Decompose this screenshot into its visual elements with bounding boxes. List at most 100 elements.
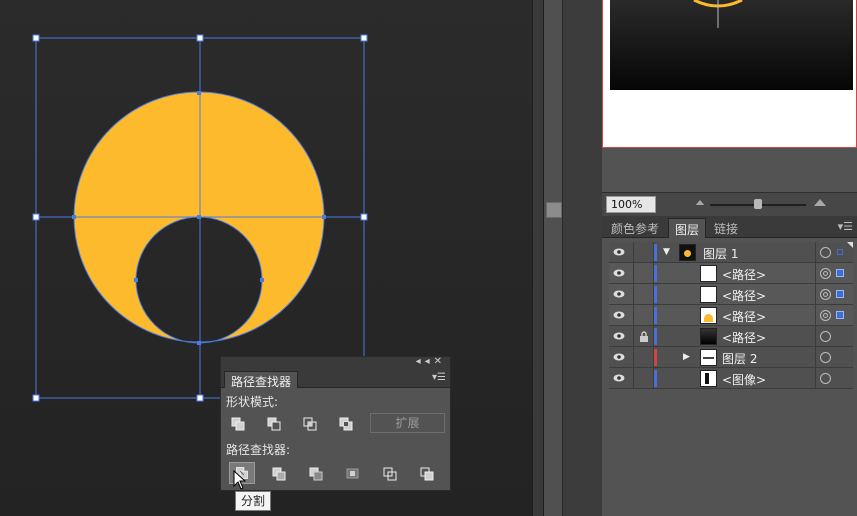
unite-icon[interactable]	[227, 414, 249, 434]
lock-toggle[interactable]	[633, 263, 654, 284]
eye-icon[interactable]	[613, 247, 625, 257]
crop-icon[interactable]	[342, 464, 364, 484]
layer-color-bar	[654, 286, 657, 303]
navigator-moon-icon	[693, 0, 743, 28]
path-thumbnail-yellow	[700, 307, 717, 324]
target-icon[interactable]	[820, 310, 831, 321]
layer-row-image[interactable]: <图像>	[609, 368, 853, 389]
pathfinder-panel: ◂◂✕ 路径查找器 ▾☰ 形状模式: 扩展 路径查找器:	[220, 356, 451, 491]
lock-toggle[interactable]	[633, 242, 654, 263]
layer-name[interactable]: 图层 2	[722, 350, 757, 367]
eye-icon[interactable]	[613, 352, 625, 362]
zoom-out-icon[interactable]	[695, 200, 705, 205]
target-icon[interactable]	[820, 373, 831, 384]
eye-icon[interactable]	[613, 289, 625, 299]
exclude-icon[interactable]	[335, 414, 357, 434]
eye-icon[interactable]	[613, 373, 625, 383]
shape-modes-label: 形状模式:	[226, 395, 279, 409]
selection-indicator[interactable]	[836, 290, 844, 298]
tab-color-guide[interactable]: 颜色参考	[605, 218, 665, 238]
expand-triangle-icon[interactable]: ▼	[663, 247, 670, 257]
navigator-thumbnail	[610, 0, 853, 90]
outline-icon[interactable]	[379, 464, 401, 484]
lock-toggle[interactable]	[633, 347, 654, 368]
row-divider	[815, 284, 816, 305]
layer-color-bar	[654, 307, 657, 324]
layer-thumbnail	[700, 349, 717, 366]
expand-button[interactable]: 扩展	[370, 413, 445, 433]
tab-layers[interactable]: 图层	[668, 218, 707, 238]
target-icon[interactable]	[820, 268, 831, 279]
layer-row-path[interactable]: <路径>	[609, 284, 853, 305]
layer-row-path-locked[interactable]: <路径>	[609, 326, 853, 347]
layer-color-bar	[654, 349, 657, 366]
panel-collapse-close-icons[interactable]: ◂◂✕	[416, 356, 446, 367]
minus-front-icon[interactable]	[263, 414, 285, 434]
target-icon[interactable]	[820, 331, 831, 342]
mouse-cursor-icon	[233, 470, 247, 490]
divide-tooltip: 分割	[235, 491, 272, 511]
eye-icon[interactable]	[613, 310, 625, 320]
selection-indicator[interactable]	[837, 249, 843, 255]
panel-menu-icon[interactable]: ▾☰	[432, 372, 446, 383]
layer-row-path[interactable]: <路径>	[609, 305, 853, 326]
zoom-in-icon[interactable]	[814, 199, 826, 206]
selection-indicator[interactable]	[836, 311, 844, 319]
eye-icon[interactable]	[613, 331, 625, 341]
path-thumbnail	[700, 265, 717, 282]
lock-icon	[640, 331, 648, 342]
layer-color-bar	[654, 370, 657, 387]
minus-back-icon[interactable]	[416, 464, 438, 484]
collapse-triangle-icon[interactable]: ▶	[683, 352, 690, 362]
target-icon[interactable]	[820, 352, 831, 363]
panel-menu-icon[interactable]: ▾☰	[838, 220, 853, 233]
layer-row-layer1[interactable]: ▼ 图层 1	[609, 242, 853, 263]
path-name[interactable]: <路径>	[722, 308, 766, 325]
layer-name[interactable]: 图层 1	[703, 245, 738, 262]
navigator-area	[602, 148, 857, 192]
merge-icon[interactable]	[305, 464, 327, 484]
layer-color-bar	[654, 328, 657, 345]
scroll-thumb[interactable]	[546, 202, 562, 218]
pathfinders-label: 路径查找器:	[226, 443, 291, 457]
target-icon[interactable]	[820, 247, 831, 258]
lock-toggle[interactable]	[633, 305, 654, 326]
image-name[interactable]: <图像>	[722, 371, 766, 388]
pathfinder-tab[interactable]: 路径查找器	[224, 371, 299, 389]
trim-icon[interactable]	[268, 464, 290, 484]
intersect-icon[interactable]	[299, 414, 321, 434]
path-thumbnail	[700, 286, 717, 303]
layer-row-path[interactable]: <路径>	[609, 263, 853, 284]
layer-row-layer2[interactable]: ▶ 图层 2	[609, 347, 853, 368]
path-name[interactable]: <路径>	[722, 329, 766, 346]
layer-color-bar	[654, 244, 657, 261]
selection-indicator[interactable]	[836, 269, 844, 277]
tab-links[interactable]: 链接	[708, 218, 744, 238]
collapsed-panel-dock	[562, 0, 602, 516]
row-divider	[815, 242, 816, 263]
row-divider	[815, 368, 816, 389]
lock-toggle[interactable]	[633, 368, 654, 389]
zoom-slider-handle[interactable]	[754, 199, 762, 209]
pathfinder-tabrow: 路径查找器 ▾☰	[221, 370, 450, 389]
eye-icon[interactable]	[613, 268, 625, 278]
zoom-input[interactable]: 100%	[606, 196, 656, 213]
lock-toggle[interactable]	[633, 326, 654, 347]
current-layer-corner	[847, 242, 853, 248]
target-icon[interactable]	[820, 289, 831, 300]
layer-thumbnail	[679, 244, 696, 261]
layer-color-bar	[654, 265, 657, 282]
row-divider	[815, 305, 816, 326]
row-divider	[815, 347, 816, 368]
row-divider	[815, 263, 816, 284]
path-name[interactable]: <路径>	[722, 287, 766, 304]
path-name[interactable]: <路径>	[722, 266, 766, 283]
layers-list: ▼ 图层 1 <路径> <路径> <路径> <路径> ▶ 图层 2 <图像>	[609, 242, 853, 389]
right-panel: 100% 颜色参考 图层 链接 ▾☰ ▼ 图层 1 <路径> <路径> <路径>…	[602, 0, 857, 516]
canvas-scrollbar[interactable]	[532, 0, 544, 516]
pathfinder-titlebar[interactable]: ◂◂✕	[221, 356, 450, 370]
lock-toggle[interactable]	[633, 284, 654, 305]
zoom-bar: 100%	[602, 192, 857, 216]
navigator-preview[interactable]	[602, 0, 857, 148]
image-thumbnail	[700, 370, 717, 387]
